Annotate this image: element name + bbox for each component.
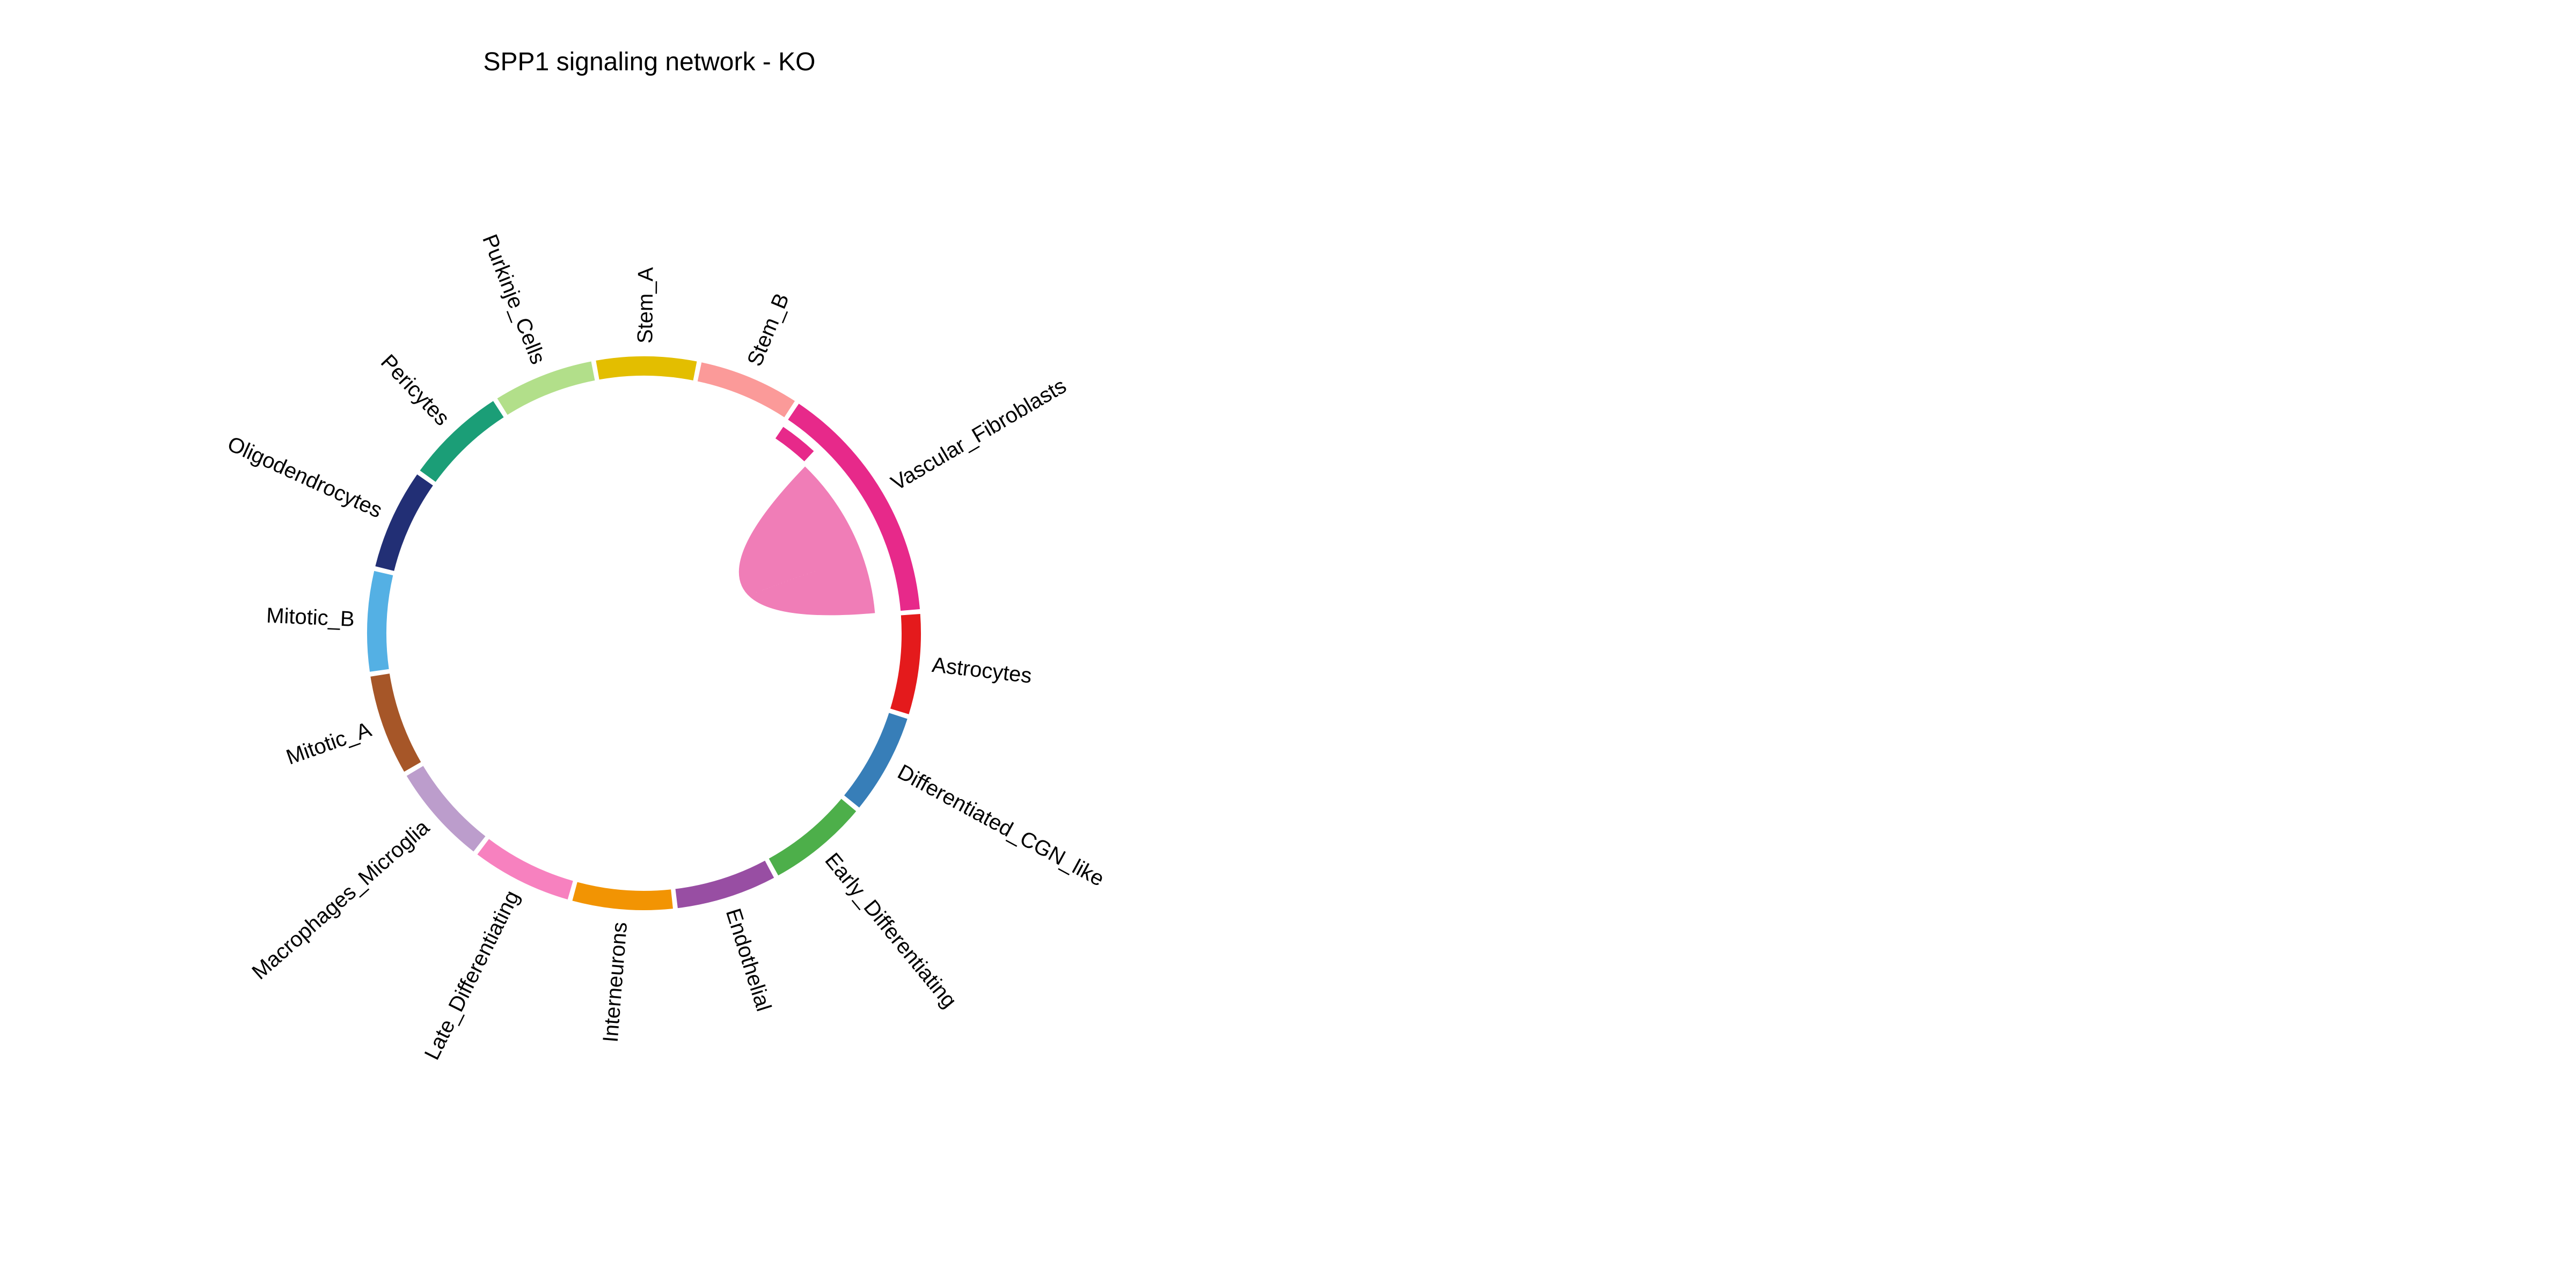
sector-stem-b [697,362,795,418]
sector-endothelial [675,860,774,909]
sector-stem-a [596,356,697,380]
sector-label-interneurons: Interneurons [599,921,632,1043]
sector-label-oligodendrocytes: Oligodendrocytes [224,432,386,523]
sector-label-macrophages-microglia: Macrophages_Microglia [247,815,434,984]
sector-differentiated-cgn-like [844,713,908,808]
sector-late-differentiating [477,839,573,900]
sector-label-late-differentiating: Late_Differentiating [420,887,524,1063]
sector-label-early-differentiating: Early_Differentiating [820,848,961,1012]
sector-label-mitotic-a: Mitotic_A [283,718,375,769]
sector-label-stem-b: Stem_B [743,290,794,369]
sector-label-purkinje-cells: Purkinje_Cells [478,231,550,368]
sector-oligodendrocytes [375,474,433,571]
chord-svg: Astrocytes Differentiated_CGN_likeEarly_D… [224,231,1108,1064]
chord-diagram: SPP1 signaling network - KO Astrocytes Di… [0,0,2576,1288]
sector-interneurons [572,882,673,910]
sector-label-endothelial: Endothelial [721,906,775,1014]
sector-label-vascular-fibroblasts: Vascular_Fibroblasts [887,374,1071,495]
sector-mitotic-b [367,570,393,672]
sector-purkinje-cells [497,361,595,415]
sector-label-pericytes: Pericytes [376,350,454,430]
sector-label-astrocytes: Astrocytes [931,653,1033,688]
sector-astrocytes [890,614,921,714]
sector-label-stem-a: Stem_A [633,267,657,343]
sector-mitotic-a [370,674,421,772]
chord-link-vascular-fibroblasts [738,466,875,616]
sector-label-mitotic-b: Mitotic_B [266,604,355,631]
sector-label-differentiated-cgn-like: Differentiated_CGN_like [894,760,1108,891]
